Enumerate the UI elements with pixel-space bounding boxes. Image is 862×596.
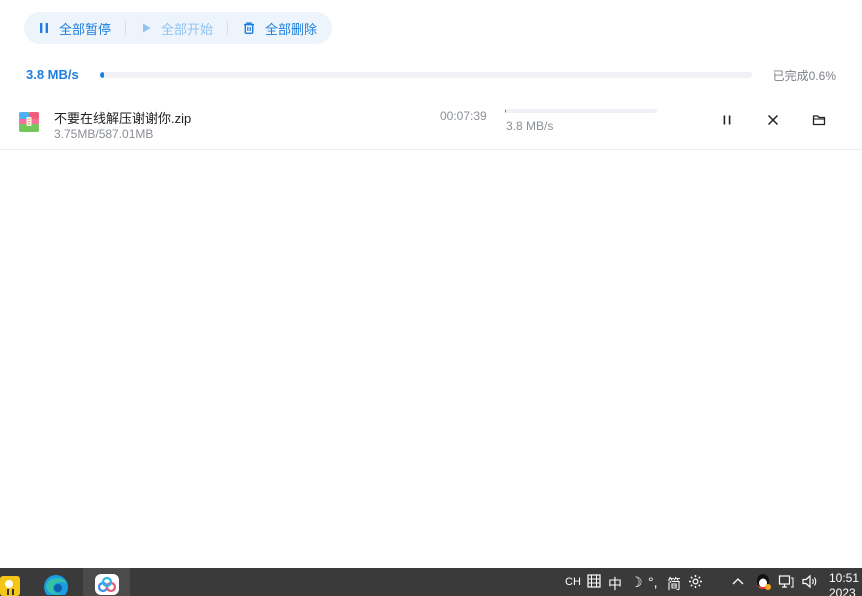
toolbar-divider [125,21,127,35]
pause-download-button[interactable] [717,112,737,132]
overall-progress-label: 已完成0.6% [772,69,836,83]
overall-progress: 3.8 MB/s 已完成0.6% [26,66,836,84]
toolbar-divider [227,21,229,35]
close-icon [767,113,779,131]
qq-icon[interactable] [754,572,772,595]
start-all-button[interactable]: 全部开始 [140,19,213,38]
chevron-up-icon[interactable] [731,574,745,591]
ime-punctuation-indicator[interactable]: °, [648,574,658,590]
volume-icon[interactable] [801,574,819,592]
download-manager-window: 全部暂停 全部开始 全部删除 3.8 MB/s 已完成0.6% 不要在线解压谢谢… [0,0,862,568]
edge-browser-icon[interactable] [36,568,76,596]
delete-all-label: 全部删除 [265,21,318,37]
folder-icon [812,113,826,132]
network-icon[interactable] [778,574,794,592]
zip-archive-icon [18,111,40,133]
gear-icon[interactable] [688,574,703,592]
download-speed: 3.8 MB/s [506,119,554,133]
overall-speed: 3.8 MB/s [26,67,79,82]
delete-all-button[interactable]: 全部删除 [242,19,317,38]
trash-icon [242,21,256,35]
file-size-progress: 3.75MB/587.01MB [54,127,154,141]
ime-keyboard-icon[interactable] [587,574,601,591]
download-progress-bar [505,109,657,113]
overall-progress-bar [100,72,752,78]
ime-simplified-indicator[interactable]: 简 [667,574,681,594]
ime-mode-indicator[interactable]: 中 [608,574,622,594]
baidu-netdisk-icon[interactable] [83,568,130,596]
open-folder-button[interactable] [809,112,829,132]
pause-all-label: 全部暂停 [59,21,112,37]
overall-progress-fill [100,72,104,78]
pause-all-button[interactable]: 全部暂停 [38,19,111,38]
ime-language-indicator[interactable]: CH [565,576,581,588]
file-name: 不要在线解压谢谢你.zip [54,111,192,126]
time-remaining: 00:07:39 [440,109,487,123]
download-progress-fill [505,109,506,113]
clock-date: 2023 [829,586,856,596]
bulk-actions-toolbar: 全部暂停 全部开始 全部删除 [24,12,332,44]
play-icon [140,22,152,34]
download-row[interactable]: 不要在线解压谢谢你.zip 3.75MB/587.01MB 00:07:39 3… [0,98,862,150]
pause-icon [38,22,50,34]
system-clock[interactable]: 10:51 2023 [829,571,859,596]
cancel-download-button[interactable] [763,112,783,132]
windows-taskbar: CH 中 ☽ °, 简 10:51 2023 [0,568,862,596]
ime-moon-icon[interactable]: ☽ [630,574,643,591]
start-all-label: 全部开始 [161,21,214,37]
pause-icon [721,113,733,131]
taskbar-app-icon[interactable] [0,568,22,596]
clock-time: 10:51 [829,571,860,585]
